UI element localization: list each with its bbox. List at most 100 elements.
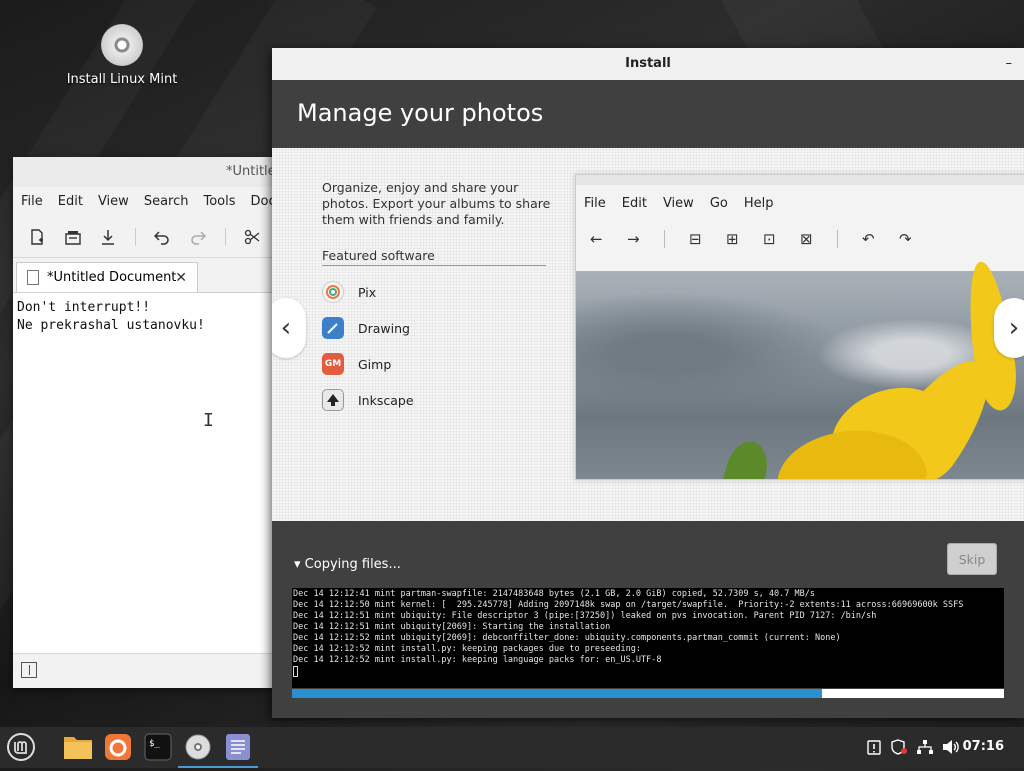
app-name: Gimp	[358, 356, 392, 372]
installer-disc-icon[interactable]	[182, 731, 214, 763]
disc-icon	[101, 24, 143, 66]
menu-search[interactable]: Search	[144, 187, 189, 217]
progress-area: ▾ Copying files... Skip Dec 14 12:12:41 …	[272, 521, 1024, 718]
slide-prev-button[interactable]: ‹	[272, 298, 306, 358]
pix-icon	[322, 281, 344, 303]
toolbar-separator	[664, 230, 665, 248]
back-arrow-icon: ←	[590, 230, 603, 248]
zoom-in-icon: ⊞	[726, 230, 739, 248]
status-text: Copying files...	[304, 557, 401, 572]
log-line: Dec 14 12:12:50 mint kernel: [ 295.24577…	[293, 600, 964, 610]
pix-menu-edit: Edit	[621, 195, 647, 211]
featured-software-title: Featured software	[322, 248, 546, 266]
terminal-icon[interactable]: $_	[142, 731, 174, 763]
gimp-icon: GM	[322, 353, 344, 375]
taskbar: $_ 07:16	[0, 727, 1024, 768]
expander-arrow-icon: ▾	[294, 557, 301, 572]
rotate-left-icon: ↶	[862, 230, 875, 248]
install-progress-fill	[292, 689, 823, 698]
side-panel-toggle-icon[interactable]	[21, 662, 37, 678]
log-line: Dec 14 12:12:52 mint install.py: keeping…	[293, 655, 662, 665]
network-icon[interactable]	[916, 739, 934, 759]
log-line: Dec 14 12:12:52 mint ubiquity[2069]: deb…	[293, 633, 841, 643]
text-editor-window: *Untitled Document - Text Editor File Ed…	[13, 157, 275, 688]
app-item-pix: Pix	[322, 274, 414, 310]
clock[interactable]: 07:16	[963, 739, 1004, 754]
forward-arrow-icon: →	[627, 230, 640, 248]
new-document-icon[interactable]	[25, 224, 49, 250]
editor-text-area[interactable]: Don't interrupt!! Ne prekrashal ustanovku…	[13, 293, 275, 335]
install-log[interactable]: Dec 14 12:12:41 mint partman-swapfile: 2…	[292, 588, 1004, 688]
pix-menu-help: Help	[743, 195, 774, 211]
log-line: Dec 14 12:12:51 mint ubiquity[2069]: Sta…	[293, 622, 611, 632]
download-icon[interactable]	[96, 224, 120, 250]
svg-text:$_: $_	[149, 739, 160, 749]
zoom-actual-icon: ⊡	[763, 230, 776, 248]
pix-menu-view: View	[662, 195, 694, 211]
app-item-gimp: GM Gimp	[322, 346, 414, 382]
menu-tools[interactable]: Tools	[203, 187, 235, 217]
tab-untitled-document[interactable]: *Untitled Document ✕	[16, 262, 198, 292]
desktop-icon-label: Install Linux Mint	[66, 72, 178, 87]
editor-toolbar	[13, 217, 275, 258]
zoom-fit-icon: ⊠	[800, 230, 813, 248]
slide-next-button[interactable]: ›	[994, 298, 1024, 358]
progress-status[interactable]: ▾ Copying files...	[294, 557, 401, 572]
log-caret	[293, 666, 298, 677]
app-item-inkscape: Inkscape	[322, 382, 414, 418]
installer-title: Install	[625, 56, 671, 71]
log-line: Dec 14 12:12:51 mint ubiquity: File desc…	[293, 611, 877, 621]
editor-title: *Untitled Document - Text Editor	[13, 157, 275, 187]
app-name: Drawing	[358, 320, 410, 336]
menu-edit[interactable]: Edit	[58, 187, 83, 217]
pix-menu-go: Go	[709, 195, 728, 211]
volume-icon[interactable]	[942, 739, 960, 759]
shield-icon[interactable]	[890, 739, 908, 759]
drawing-icon	[322, 317, 344, 339]
flower-photo	[576, 258, 1024, 479]
chevron-left-icon: ‹	[280, 313, 292, 343]
inkscape-icon	[322, 389, 344, 411]
editor-statusbar	[13, 653, 275, 688]
minimize-button[interactable]: –	[1006, 48, 1013, 80]
text-line: Ne prekrashal ustanovku!	[17, 318, 205, 333]
clipboard-alert-icon[interactable]	[866, 739, 882, 759]
log-line: Dec 14 12:12:52 mint install.py: keeping…	[293, 644, 641, 654]
tab-close-icon[interactable]: ✕	[175, 270, 187, 286]
log-line: Dec 14 12:12:41 mint partman-swapfile: 2…	[293, 589, 815, 599]
toolbar-separator	[224, 228, 226, 246]
install-progress-bar	[292, 689, 1004, 698]
files-folder-icon[interactable]	[62, 731, 94, 763]
pix-screenshot: File Edit View Go Help ← → ⊟ ⊞ ⊡ ⊠ ↶ ↷	[575, 174, 1024, 480]
desktop-icon-install[interactable]: Install Linux Mint	[62, 24, 182, 87]
app-name: Inkscape	[358, 392, 414, 408]
skip-button[interactable]: Skip	[947, 543, 997, 575]
pix-titlebar	[576, 175, 1024, 185]
slideshow-panel: Organize, enjoy and share your photos. E…	[272, 148, 1024, 521]
menu-view[interactable]: View	[98, 187, 129, 217]
featured-app-list: Pix Drawing GM Gimp Inkscape	[322, 274, 414, 418]
menu-file[interactable]: File	[21, 187, 43, 217]
document-icon	[27, 270, 39, 285]
app-name: Pix	[358, 284, 377, 300]
undo-icon[interactable]	[150, 224, 174, 250]
pix-menu-file: File	[584, 195, 606, 211]
slide-description: Organize, enjoy and share your photos. E…	[322, 180, 551, 227]
firefox-icon[interactable]	[102, 731, 134, 763]
toolbar-separator	[837, 230, 838, 248]
save-icon[interactable]	[60, 224, 84, 250]
ibeam-cursor-icon: I	[203, 410, 214, 431]
mint-menu-icon[interactable]	[5, 731, 37, 763]
installer-window: Install – Manage your photos Organize, e…	[272, 48, 1024, 718]
rotate-right-icon: ↷	[899, 230, 912, 248]
slide-heading: Manage your photos	[272, 80, 1024, 148]
editor-menubar: File Edit View Search Tools Documents	[13, 187, 275, 217]
cut-icon[interactable]	[240, 224, 264, 250]
text-editor-icon[interactable]	[222, 731, 254, 763]
chevron-right-icon: ›	[1008, 313, 1020, 343]
app-item-drawing: Drawing	[322, 310, 414, 346]
toolbar-separator	[135, 228, 137, 246]
installer-titlebar: Install –	[272, 48, 1024, 80]
redo-icon[interactable]	[185, 224, 209, 250]
tab-label: *Untitled Document	[47, 270, 177, 285]
